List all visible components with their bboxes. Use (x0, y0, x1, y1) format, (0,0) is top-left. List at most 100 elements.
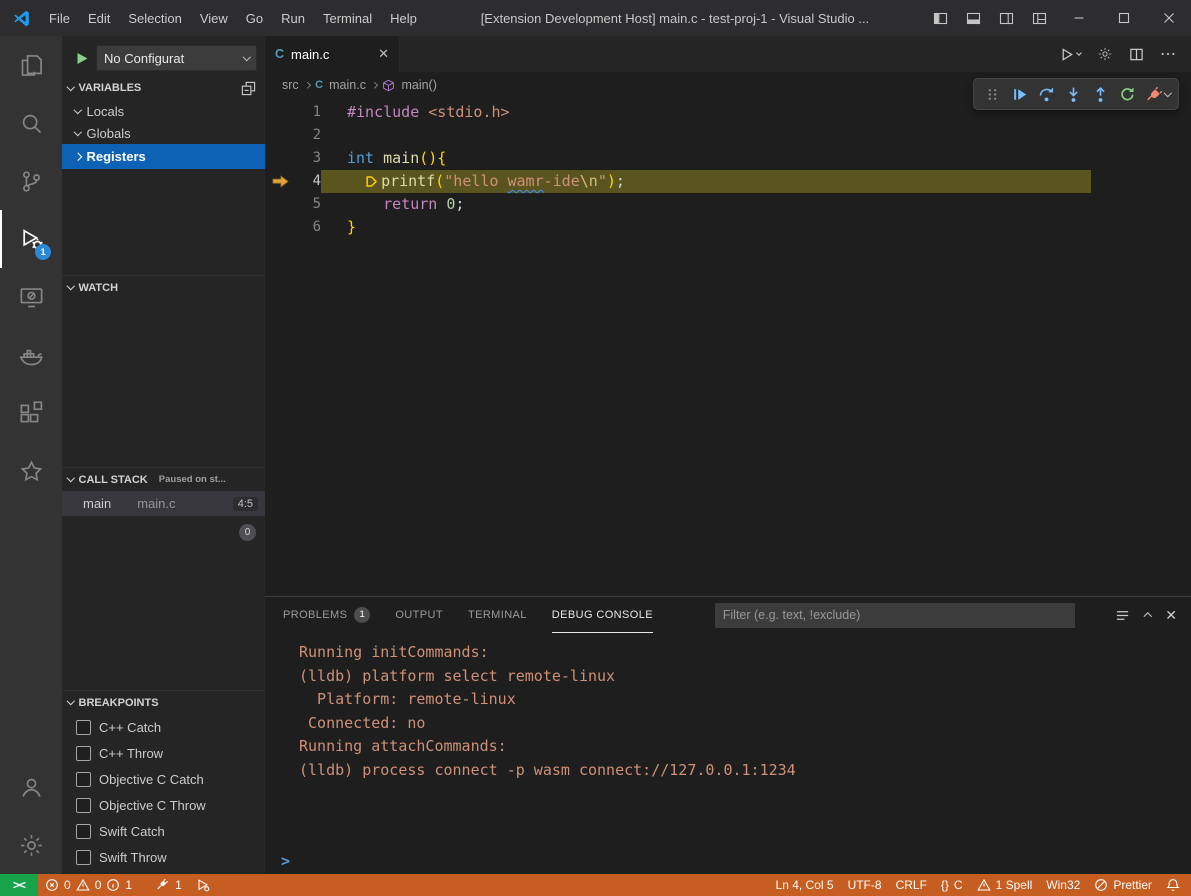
notifications-bell-icon[interactable] (1159, 874, 1187, 896)
toolbar-drag-handle-icon[interactable] (979, 80, 1006, 108)
customize-layout-icon[interactable] (1023, 0, 1056, 36)
maximize-panel-icon[interactable] (1144, 613, 1152, 621)
close-panel-icon[interactable]: ✕ (1165, 607, 1177, 624)
ports-status[interactable]: 1 (149, 874, 189, 896)
close-window-button[interactable] (1146, 0, 1191, 36)
step-out-icon[interactable] (1087, 80, 1114, 108)
disconnect-icon[interactable] (1141, 80, 1168, 108)
maximize-button[interactable] (1101, 0, 1146, 36)
source-control-icon[interactable] (0, 152, 62, 210)
step-into-icon[interactable] (1060, 80, 1087, 108)
variables-globals-row[interactable]: Globals (62, 122, 265, 144)
breadcrumb-folder[interactable]: src (282, 78, 299, 92)
formatter-indicator[interactable]: Prettier (1087, 874, 1159, 896)
glyph-margin[interactable] (265, 124, 295, 147)
tab-problems[interactable]: PROBLEMS1 (283, 597, 370, 633)
editor-gear-icon[interactable] (1097, 46, 1113, 62)
spell-checker-status[interactable]: 1 Spell (970, 874, 1040, 896)
run-and-debug-icon[interactable]: 1 (0, 210, 62, 268)
glyph-margin[interactable] (265, 147, 295, 170)
search-icon[interactable] (0, 94, 62, 152)
cursor-position[interactable]: Ln 4, Col 5 (769, 874, 841, 896)
console-filter-input[interactable] (715, 603, 1075, 628)
code-text[interactable]: return 0; (321, 193, 1191, 216)
start-debug-icon[interactable] (76, 52, 89, 65)
code-line[interactable]: 6 } (265, 216, 1191, 239)
checkbox[interactable] (76, 720, 91, 735)
tab-close-icon[interactable]: ✕ (378, 46, 389, 62)
language-mode[interactable]: {}C (934, 874, 970, 896)
variables-locals-row[interactable]: Locals (62, 100, 265, 122)
checkbox[interactable] (76, 746, 91, 761)
tab-debug-console[interactable]: DEBUG CONSOLE (552, 597, 653, 633)
tab-main-c[interactable]: C main.c ✕ (265, 36, 399, 72)
eol-indicator[interactable]: CRLF (889, 874, 934, 896)
console-input[interactable]: > (265, 848, 1191, 874)
encoding-indicator[interactable]: UTF-8 (841, 874, 889, 896)
menu-file[interactable]: File (40, 0, 79, 36)
breakpoints-section-header[interactable]: BREAKPOINTS (62, 690, 265, 714)
more-actions-icon[interactable]: ⋯ (1160, 44, 1177, 64)
variables-section-header[interactable]: VARIABLES (62, 76, 265, 100)
extensions-icon[interactable] (0, 384, 62, 442)
current-instruction-arrow-icon[interactable] (265, 170, 295, 193)
code-editor[interactable]: 1 #include <stdio.h> 2 3 int main(){ 4 p… (265, 98, 1191, 596)
toggle-secondary-sidebar-icon[interactable] (990, 0, 1023, 36)
watch-section-header[interactable]: WATCH (62, 275, 265, 299)
menu-run[interactable]: Run (272, 0, 314, 36)
restart-icon[interactable] (1114, 80, 1141, 108)
run-file-button[interactable] (1059, 47, 1081, 62)
menu-edit[interactable]: Edit (79, 0, 119, 36)
breakpoint-row[interactable]: C++ Catch (62, 714, 265, 740)
code-line[interactable]: 2 (265, 124, 1191, 147)
code-text[interactable]: } (321, 216, 1191, 239)
glyph-margin[interactable] (265, 216, 295, 239)
menu-help[interactable]: Help (381, 0, 426, 36)
code-line[interactable]: 3 int main(){ (265, 147, 1191, 170)
accounts-icon[interactable] (0, 758, 62, 816)
breakpoint-row[interactable]: Objective C Catch (62, 766, 265, 792)
checkbox[interactable] (76, 850, 91, 865)
call-stack-frame-row[interactable]: main main.c 4:5 (62, 491, 265, 516)
continue-icon[interactable] (1006, 80, 1033, 108)
breadcrumb-symbol[interactable]: main() (401, 78, 436, 92)
checkbox[interactable] (76, 798, 91, 813)
code-text[interactable]: int main(){ (321, 147, 1191, 170)
call-stack-section-header[interactable]: CALL STACK Paused on st... (62, 467, 265, 491)
toggle-panel-icon[interactable] (957, 0, 990, 36)
code-text[interactable] (321, 124, 1191, 147)
code-line[interactable]: 5 return 0; (265, 193, 1191, 216)
breakpoint-row[interactable]: Swift Throw (62, 844, 265, 870)
checkbox[interactable] (76, 772, 91, 787)
remote-indicator[interactable]: >< (0, 874, 38, 896)
platform-indicator[interactable]: Win32 (1039, 874, 1087, 896)
step-over-icon[interactable] (1033, 80, 1060, 108)
problems-status[interactable]: 0 0 1 (38, 874, 139, 896)
inline-breakpoint-icon[interactable] (365, 175, 378, 188)
menu-terminal[interactable]: Terminal (314, 0, 381, 36)
star-icon[interactable] (0, 442, 62, 500)
explorer-icon[interactable] (0, 36, 62, 94)
docker-icon[interactable] (0, 326, 62, 384)
debug-status-icon[interactable] (189, 874, 217, 896)
remote-explorer-icon[interactable] (0, 268, 62, 326)
code-text[interactable]: printf("hello wamr-ide\n"); (321, 170, 1091, 193)
split-editor-icon[interactable] (1129, 47, 1144, 62)
code-line-current[interactable]: 4 printf("hello wamr-ide\n"); (265, 170, 1191, 193)
breakpoint-row[interactable]: Objective C Throw (62, 792, 265, 818)
breadcrumb-file[interactable]: main.c (329, 78, 366, 92)
collapse-all-icon[interactable] (241, 81, 256, 96)
minimize-button[interactable] (1056, 0, 1101, 36)
toggle-sidebar-icon[interactable] (924, 0, 957, 36)
debug-config-dropdown[interactable]: No Configurat (96, 45, 257, 71)
menu-view[interactable]: View (191, 0, 237, 36)
glyph-margin[interactable] (265, 101, 295, 124)
variables-registers-row[interactable]: Registers (62, 144, 265, 169)
breakpoint-row[interactable]: C++ Throw (62, 740, 265, 766)
menu-selection[interactable]: Selection (119, 0, 190, 36)
breakpoint-row[interactable]: Swift Catch (62, 818, 265, 844)
tab-terminal[interactable]: TERMINAL (468, 597, 527, 633)
glyph-margin[interactable] (265, 193, 295, 216)
tab-output[interactable]: OUTPUT (395, 597, 443, 633)
console-lines-icon[interactable] (1115, 608, 1130, 623)
